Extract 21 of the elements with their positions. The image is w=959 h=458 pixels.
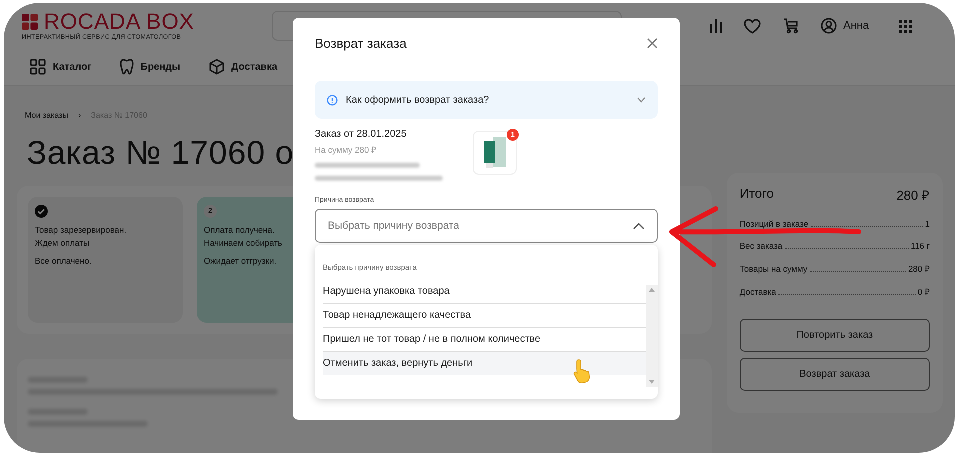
summary-label: Доставка — [740, 287, 776, 297]
order-date: Заказ от 28.01.2025 — [315, 129, 408, 140]
summary-value: 0 ₽ — [918, 286, 930, 297]
summary-title: Итого — [740, 186, 774, 203]
status-note: Все оплачено. — [35, 256, 93, 266]
summary-label: Вес заказа — [740, 241, 783, 251]
modal-title: Возврат заказа — [315, 36, 407, 51]
status-text: Ждем оплаты — [35, 238, 91, 248]
logo-text: ROCADA BOX — [44, 11, 194, 33]
breadcrumb-separator: › — [78, 111, 82, 120]
page-title: Заказ № 17060 о — [27, 134, 294, 172]
status-text: Товар зарезервирован. — [35, 225, 128, 235]
order-sum: На сумму 280 ₽ — [315, 144, 378, 155]
status-text: Начинаем собирать — [204, 238, 284, 248]
summary-total: 280 ₽ — [896, 187, 930, 204]
summary-value: 1 — [925, 219, 930, 229]
summary-label: Позиций в заказе — [740, 219, 809, 229]
summary-value: 116 г — [910, 241, 930, 251]
status-note: Ожидает отгрузки. — [204, 256, 278, 266]
summary-value: 280 ₽ — [908, 263, 930, 274]
summary-label: Товары на сумму — [740, 264, 808, 274]
